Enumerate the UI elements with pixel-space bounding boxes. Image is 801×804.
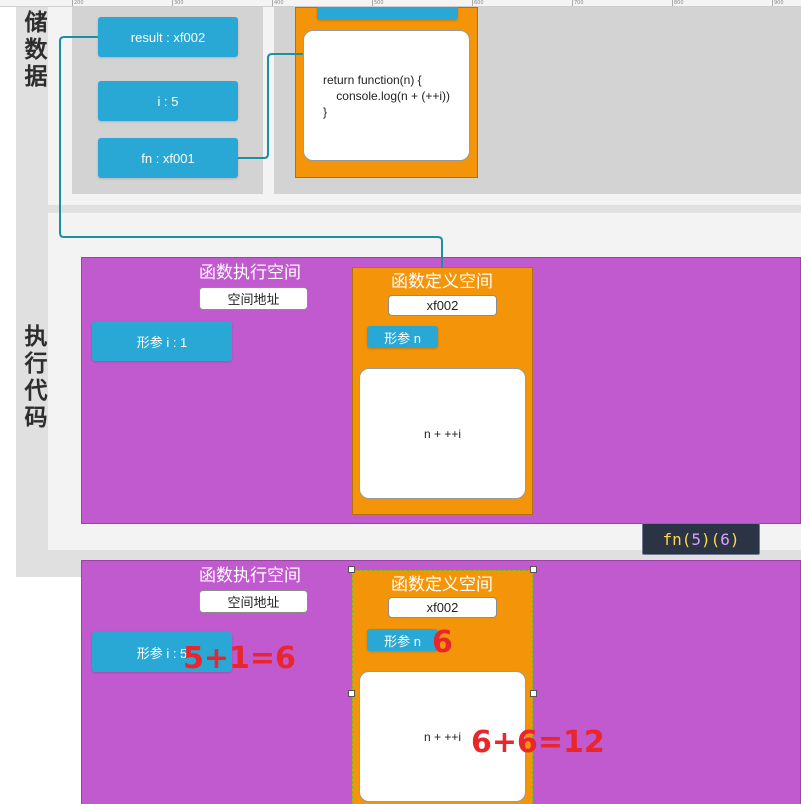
- connector-lines: [59, 36, 443, 268]
- connector-result-to-def: [59, 36, 443, 268]
- connector-fn-to-heap: [238, 53, 303, 159]
